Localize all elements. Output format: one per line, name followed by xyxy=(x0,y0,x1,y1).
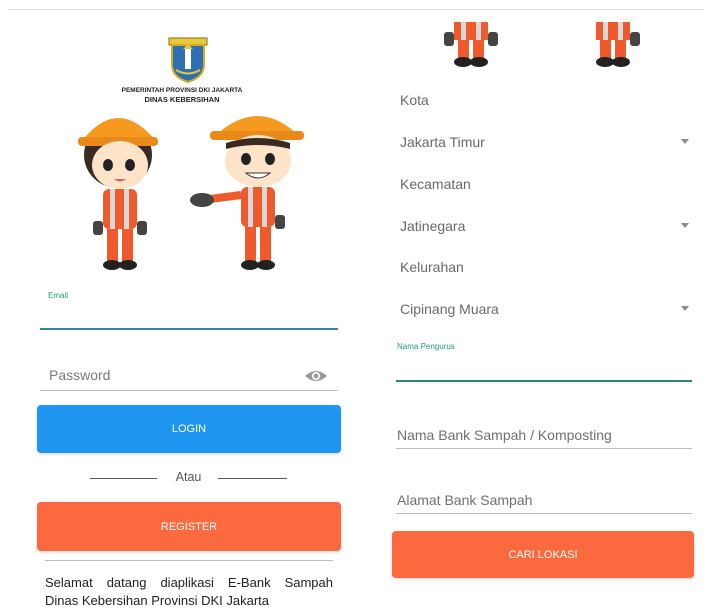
kota-value: Jakarta Timur xyxy=(400,134,485,150)
welcome-divider xyxy=(45,560,333,561)
or-divider: Atau xyxy=(90,470,287,486)
welcome-text-2: Dinas Kebersihan Provinsi DKI Jakarta xyxy=(45,593,269,608)
password-placeholder: Password xyxy=(49,367,111,383)
mascot-workers-icon xyxy=(444,22,640,67)
alamat-underline xyxy=(396,513,692,514)
top-divider xyxy=(8,9,364,10)
kecamatan-dropdown[interactable]: Jatinegara xyxy=(394,210,694,240)
bank-sampah-field[interactable]: Nama Bank Sampah / Komposting xyxy=(396,422,692,448)
password-field[interactable]: Password xyxy=(40,362,338,390)
nama-pengurus-underline xyxy=(396,380,692,382)
mascot-workers-icon xyxy=(78,116,304,270)
kecamatan-label: Kecamatan xyxy=(400,176,471,192)
bank-sampah-placeholder: Nama Bank Sampah / Komposting xyxy=(397,427,612,443)
bank-sampah-underline xyxy=(396,448,692,449)
or-label: Atau xyxy=(175,470,202,484)
email-label: Email xyxy=(48,291,69,300)
org-name: PEMERINTAH PROVINSI DKI JAKARTA xyxy=(121,87,243,94)
top-divider xyxy=(364,9,704,10)
chevron-down-icon xyxy=(681,139,689,144)
chevron-down-icon xyxy=(681,223,689,228)
kelurahan-label: Kelurahan xyxy=(400,259,464,275)
password-underline xyxy=(40,390,338,391)
login-screen: PEMERINTAH PROVINSI DKI JAKARTA DINAS KE… xyxy=(0,0,364,608)
kota-label: Kota xyxy=(400,92,429,108)
kelurahan-dropdown[interactable]: Cipinang Muara xyxy=(394,293,694,323)
cari-lokasi-button[interactable]: CARI LOKASI xyxy=(392,531,694,578)
kelurahan-value: Cipinang Muara xyxy=(400,301,499,317)
register-button[interactable]: REGISTER xyxy=(37,502,341,551)
nama-pengurus-field[interactable] xyxy=(396,352,692,380)
kota-dropdown[interactable]: Jakarta Timur xyxy=(394,126,694,156)
jakarta-emblem-icon xyxy=(168,37,208,83)
or-line-right xyxy=(218,478,287,479)
alamat-field[interactable]: Alamat Bank Sampah xyxy=(396,487,692,513)
chevron-down-icon xyxy=(681,306,689,311)
kecamatan-value: Jatinegara xyxy=(400,218,466,234)
alamat-placeholder: Alamat Bank Sampah xyxy=(397,492,533,508)
eye-icon[interactable] xyxy=(304,368,328,384)
register-form-screen: Kota Jakarta Timur Kecamatan Jatinegara … xyxy=(364,0,708,608)
nama-pengurus-label: Nama Pengurus xyxy=(397,342,455,351)
email-field[interactable] xyxy=(40,300,338,328)
welcome-text: Selamat datang diaplikasi E-Bank Sampah xyxy=(45,575,333,590)
email-underline xyxy=(40,328,338,330)
login-button[interactable]: LOGIN xyxy=(37,405,341,453)
